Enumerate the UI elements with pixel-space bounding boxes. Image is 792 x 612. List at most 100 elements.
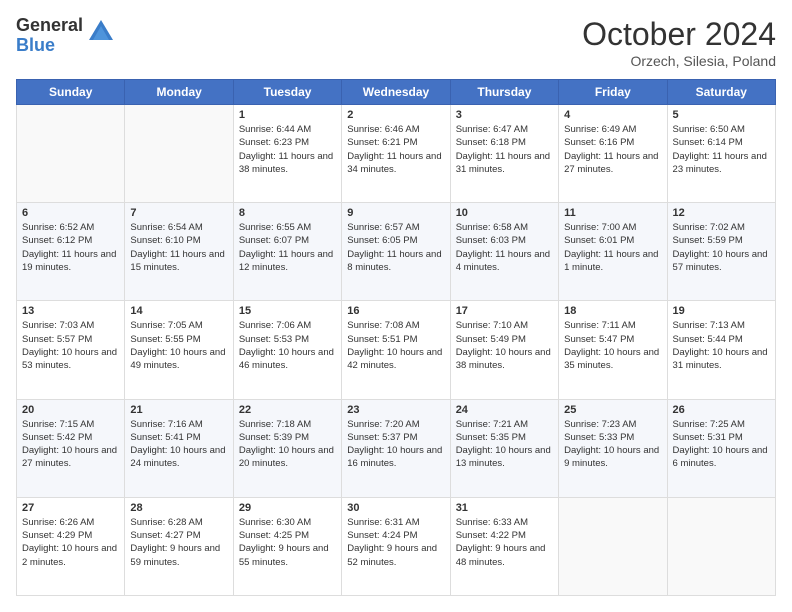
day-info: Sunrise: 6:46 AMSunset: 6:21 PMDaylight:… bbox=[347, 123, 444, 176]
daylight-text: Daylight: 10 hours and 31 minutes. bbox=[673, 347, 768, 371]
calendar-cell: 27Sunrise: 6:26 AMSunset: 4:29 PMDayligh… bbox=[17, 497, 125, 595]
daylight-text: Daylight: 10 hours and 6 minutes. bbox=[673, 445, 768, 469]
daylight-text: Daylight: 10 hours and 53 minutes. bbox=[22, 347, 117, 371]
sunrise-text: Sunrise: 7:05 AM bbox=[130, 320, 202, 331]
weekday-header-sunday: Sunday bbox=[17, 80, 125, 105]
sunrise-text: Sunrise: 7:25 AM bbox=[673, 419, 745, 430]
sunrise-text: Sunrise: 7:18 AM bbox=[239, 419, 311, 430]
day-info: Sunrise: 7:10 AMSunset: 5:49 PMDaylight:… bbox=[456, 319, 553, 372]
sunrise-text: Sunrise: 6:57 AM bbox=[347, 222, 419, 233]
daylight-text: Daylight: 11 hours and 31 minutes. bbox=[456, 151, 550, 175]
sunrise-text: Sunrise: 7:10 AM bbox=[456, 320, 528, 331]
daylight-text: Daylight: 9 hours and 59 minutes. bbox=[130, 543, 220, 567]
sunset-text: Sunset: 4:24 PM bbox=[347, 530, 417, 541]
day-info: Sunrise: 7:03 AMSunset: 5:57 PMDaylight:… bbox=[22, 319, 119, 372]
sunrise-text: Sunrise: 6:44 AM bbox=[239, 124, 311, 135]
day-number: 9 bbox=[347, 207, 444, 219]
day-info: Sunrise: 7:23 AMSunset: 5:33 PMDaylight:… bbox=[564, 418, 661, 471]
daylight-text: Daylight: 11 hours and 38 minutes. bbox=[239, 151, 333, 175]
calendar-cell bbox=[667, 497, 775, 595]
calendar-cell: 17Sunrise: 7:10 AMSunset: 5:49 PMDayligh… bbox=[450, 301, 558, 399]
day-info: Sunrise: 6:50 AMSunset: 6:14 PMDaylight:… bbox=[673, 123, 770, 176]
calendar-cell: 4 Sunrise: 6:49 AMSunset: 6:16 PMDaylight… bbox=[559, 105, 667, 203]
sunset-text: Sunset: 5:57 PM bbox=[22, 334, 92, 345]
calendar-cell: 30Sunrise: 6:31 AMSunset: 4:24 PMDayligh… bbox=[342, 497, 450, 595]
day-info: Sunrise: 6:30 AMSunset: 4:25 PMDaylight:… bbox=[239, 516, 336, 569]
sunset-text: Sunset: 6:07 PM bbox=[239, 235, 309, 246]
day-number: 1 bbox=[239, 109, 336, 121]
sunrise-text: Sunrise: 7:16 AM bbox=[130, 419, 202, 430]
day-number: 19 bbox=[673, 305, 770, 317]
daylight-text: Daylight: 10 hours and 42 minutes. bbox=[347, 347, 442, 371]
sunrise-text: Sunrise: 6:28 AM bbox=[130, 517, 202, 528]
calendar-cell: 8Sunrise: 6:55 AMSunset: 6:07 PMDaylight… bbox=[233, 203, 341, 301]
weekday-header-wednesday: Wednesday bbox=[342, 80, 450, 105]
day-info: Sunrise: 7:20 AMSunset: 5:37 PMDaylight:… bbox=[347, 418, 444, 471]
day-info: Sunrise: 6:28 AMSunset: 4:27 PMDaylight:… bbox=[130, 516, 227, 569]
calendar-cell: 12Sunrise: 7:02 AMSunset: 5:59 PMDayligh… bbox=[667, 203, 775, 301]
daylight-text: Daylight: 11 hours and 8 minutes. bbox=[347, 249, 441, 273]
daylight-text: Daylight: 10 hours and 38 minutes. bbox=[456, 347, 551, 371]
week-row-1: 1Sunrise: 6:44 AMSunset: 6:23 PMDaylight… bbox=[17, 105, 776, 203]
calendar-cell: 5Sunrise: 6:50 AMSunset: 6:14 PMDaylight… bbox=[667, 105, 775, 203]
day-number: 4 bbox=[564, 109, 661, 121]
calendar-cell: 15Sunrise: 7:06 AMSunset: 5:53 PMDayligh… bbox=[233, 301, 341, 399]
logo: General Blue bbox=[16, 16, 115, 56]
sunrise-text: Sunrise: 6:30 AM bbox=[239, 517, 311, 528]
day-number: 20 bbox=[22, 404, 119, 416]
sunrise-text: Sunrise: 6:54 AM bbox=[130, 222, 202, 233]
day-info: Sunrise: 6:26 AMSunset: 4:29 PMDaylight:… bbox=[22, 516, 119, 569]
calendar-cell bbox=[125, 105, 233, 203]
sunset-text: Sunset: 6:14 PM bbox=[673, 137, 743, 148]
sunset-text: Sunset: 6:10 PM bbox=[130, 235, 200, 246]
title-section: October 2024 Orzech, Silesia, Poland bbox=[582, 16, 776, 69]
week-row-4: 20Sunrise: 7:15 AMSunset: 5:42 PMDayligh… bbox=[17, 399, 776, 497]
sunset-text: Sunset: 6:01 PM bbox=[564, 235, 634, 246]
calendar-cell: 25Sunrise: 7:23 AMSunset: 5:33 PMDayligh… bbox=[559, 399, 667, 497]
week-row-5: 27Sunrise: 6:26 AMSunset: 4:29 PMDayligh… bbox=[17, 497, 776, 595]
sunset-text: Sunset: 5:33 PM bbox=[564, 432, 634, 443]
sunrise-text: Sunrise: 6:55 AM bbox=[239, 222, 311, 233]
sunrise-text: Sunrise: 6:50 AM bbox=[673, 124, 745, 135]
daylight-text: Daylight: 11 hours and 4 minutes. bbox=[456, 249, 550, 273]
calendar-cell: 18Sunrise: 7:11 AMSunset: 5:47 PMDayligh… bbox=[559, 301, 667, 399]
day-info: Sunrise: 6:49 AMSunset: 6:16 PMDaylight:… bbox=[564, 123, 661, 176]
sunrise-text: Sunrise: 7:13 AM bbox=[673, 320, 745, 331]
calendar-cell: 13Sunrise: 7:03 AMSunset: 5:57 PMDayligh… bbox=[17, 301, 125, 399]
day-info: Sunrise: 6:52 AMSunset: 6:12 PMDaylight:… bbox=[22, 221, 119, 274]
day-number: 16 bbox=[347, 305, 444, 317]
daylight-text: Daylight: 10 hours and 2 minutes. bbox=[22, 543, 117, 567]
calendar-cell: 14Sunrise: 7:05 AMSunset: 5:55 PMDayligh… bbox=[125, 301, 233, 399]
sunset-text: Sunset: 4:22 PM bbox=[456, 530, 526, 541]
day-info: Sunrise: 7:13 AMSunset: 5:44 PMDaylight:… bbox=[673, 319, 770, 372]
day-info: Sunrise: 6:54 AMSunset: 6:10 PMDaylight:… bbox=[130, 221, 227, 274]
sunset-text: Sunset: 5:42 PM bbox=[22, 432, 92, 443]
sunrise-text: Sunrise: 6:26 AM bbox=[22, 517, 94, 528]
day-info: Sunrise: 6:57 AMSunset: 6:05 PMDaylight:… bbox=[347, 221, 444, 274]
daylight-text: Daylight: 11 hours and 27 minutes. bbox=[564, 151, 658, 175]
day-info: Sunrise: 7:21 AMSunset: 5:35 PMDaylight:… bbox=[456, 418, 553, 471]
sunset-text: Sunset: 6:18 PM bbox=[456, 137, 526, 148]
day-number: 8 bbox=[239, 207, 336, 219]
daylight-text: Daylight: 10 hours and 20 minutes. bbox=[239, 445, 334, 469]
logo-icon bbox=[87, 18, 115, 46]
day-info: Sunrise: 7:16 AMSunset: 5:41 PMDaylight:… bbox=[130, 418, 227, 471]
sunrise-text: Sunrise: 6:52 AM bbox=[22, 222, 94, 233]
day-info: Sunrise: 6:58 AMSunset: 6:03 PMDaylight:… bbox=[456, 221, 553, 274]
sunset-text: Sunset: 6:21 PM bbox=[347, 137, 417, 148]
sunrise-text: Sunrise: 7:08 AM bbox=[347, 320, 419, 331]
daylight-text: Daylight: 10 hours and 49 minutes. bbox=[130, 347, 225, 371]
sunrise-text: Sunrise: 6:31 AM bbox=[347, 517, 419, 528]
day-info: Sunrise: 6:33 AMSunset: 4:22 PMDaylight:… bbox=[456, 516, 553, 569]
calendar-cell: 2Sunrise: 6:46 AMSunset: 6:21 PMDaylight… bbox=[342, 105, 450, 203]
sunrise-text: Sunrise: 6:58 AM bbox=[456, 222, 528, 233]
daylight-text: Daylight: 10 hours and 35 minutes. bbox=[564, 347, 659, 371]
sunset-text: Sunset: 5:53 PM bbox=[239, 334, 309, 345]
day-info: Sunrise: 6:47 AMSunset: 6:18 PMDaylight:… bbox=[456, 123, 553, 176]
day-number: 14 bbox=[130, 305, 227, 317]
weekday-header-monday: Monday bbox=[125, 80, 233, 105]
daylight-text: Daylight: 10 hours and 57 minutes. bbox=[673, 249, 768, 273]
day-number: 7 bbox=[130, 207, 227, 219]
day-number: 15 bbox=[239, 305, 336, 317]
calendar-cell: 24Sunrise: 7:21 AMSunset: 5:35 PMDayligh… bbox=[450, 399, 558, 497]
